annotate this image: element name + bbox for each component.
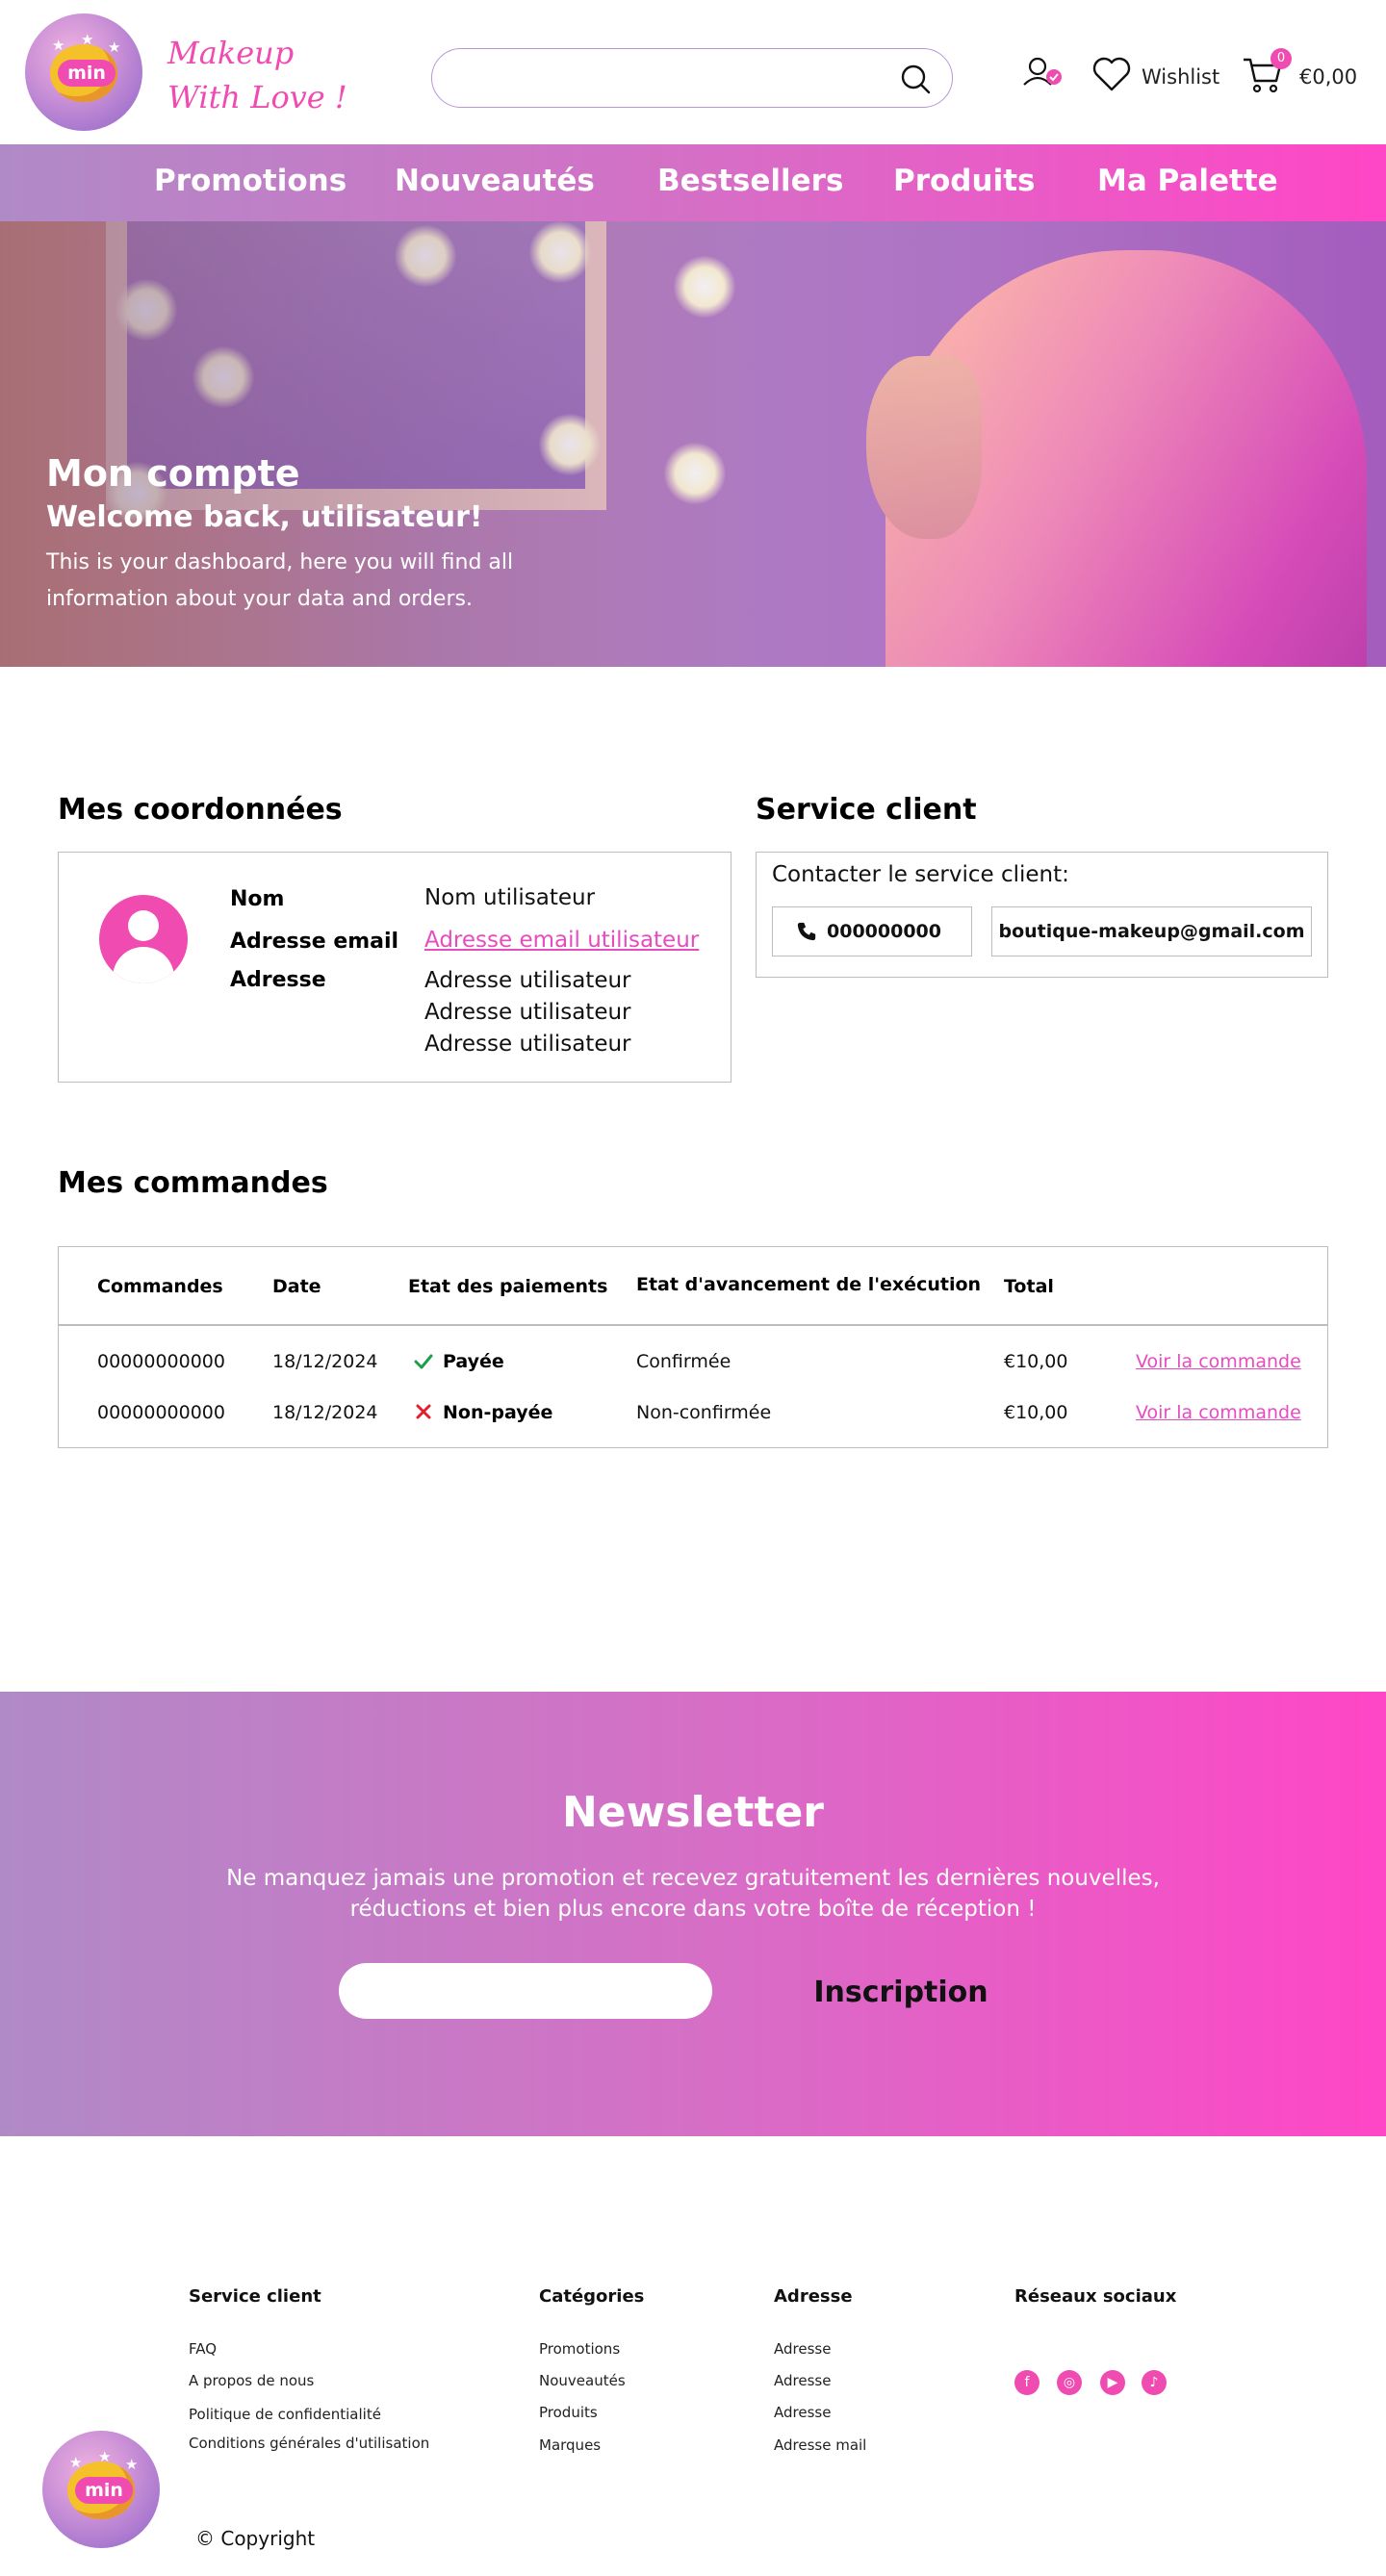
- footer-logo[interactable]: ★ ★ ★ min: [42, 2431, 160, 2548]
- footer-link-about[interactable]: A propos de nous: [189, 2372, 314, 2389]
- newsletter-text: Ne manquez jamais une promotion et recev…: [192, 1863, 1194, 1925]
- view-order-link[interactable]: Voir la commande: [1136, 1402, 1301, 1423]
- phone-icon: [797, 922, 816, 941]
- footer-link-privacy[interactable]: Politique de confidentialité: [189, 2406, 381, 2423]
- order-progress: Non-confirmée: [636, 1402, 772, 1423]
- tagline: Makeup With Love !: [167, 31, 347, 119]
- tagline-line-2: With Love !: [167, 79, 347, 115]
- order-date: 18/12/2024: [272, 1402, 378, 1423]
- order-progress: Confirmée: [636, 1351, 732, 1372]
- newsletter-text-line-2: réductions et bien plus encore dans votr…: [349, 1897, 1037, 1922]
- hero-banner: Mon compte Welcome back, utilisateur! Th…: [0, 221, 1386, 667]
- nav-item-ma-palette[interactable]: Ma Palette: [1097, 164, 1278, 198]
- column-header: Etat des paiements: [408, 1276, 608, 1297]
- cross-icon: [416, 1404, 431, 1419]
- column-header: Etat d'avancement de l'exécution: [636, 1274, 982, 1295]
- service-card: Contacter le service client: 000000000 b…: [756, 852, 1328, 978]
- footer-link-nouveautes[interactable]: Nouveautés: [539, 2372, 626, 2389]
- logo-text: min: [75, 2477, 133, 2504]
- heart-icon[interactable]: [1091, 56, 1132, 92]
- footer-link-faq[interactable]: FAQ: [189, 2340, 217, 2358]
- footer-link-marques[interactable]: Marques: [539, 2436, 601, 2454]
- service-section-title: Service client: [756, 793, 977, 827]
- payment-status: Payée: [443, 1351, 504, 1372]
- footer-heading: Réseaux sociaux: [1014, 2286, 1177, 2307]
- account-section-title: Mes coordonnées: [58, 793, 343, 827]
- newsletter-email-input[interactable]: [339, 1963, 712, 2019]
- phone-number: 000000000: [827, 921, 941, 942]
- orders-table: Commandes Date Etat des paiements Etat d…: [58, 1246, 1328, 1448]
- address-line-2: Adresse utilisateur: [424, 1000, 631, 1025]
- footer-link-promotions[interactable]: Promotions: [539, 2340, 620, 2358]
- column-header: Commandes: [97, 1276, 223, 1297]
- nav-item-produits[interactable]: Produits: [893, 164, 1035, 198]
- newsletter-subscribe-button[interactable]: Inscription: [795, 1971, 1007, 2013]
- footer-address-line: Adresse: [774, 2372, 832, 2389]
- tagline-line-1: Makeup: [167, 35, 295, 71]
- name-label: Nom: [230, 887, 285, 911]
- email-button[interactable]: boutique-makeup@gmail.com: [991, 906, 1312, 956]
- footer-heading: Adresse: [774, 2286, 853, 2307]
- cart-count-badge: 0: [1270, 48, 1292, 69]
- site-header: ★ ★ ★ min Makeup With Love ! Wishlist 0 …: [0, 0, 1386, 144]
- footer-heading: Catégories: [539, 2286, 645, 2307]
- newsletter-title: Newsletter: [561, 1788, 825, 1837]
- address-label: Adresse: [230, 968, 326, 992]
- logo[interactable]: ★ ★ ★ min: [25, 13, 142, 131]
- star-icon: ★: [108, 38, 121, 56]
- phone-button[interactable]: 000000000: [772, 906, 972, 956]
- account-card: Nom Nom utilisateur Adresse email Adress…: [58, 852, 732, 1083]
- column-header: Total: [1004, 1276, 1054, 1297]
- youtube-icon[interactable]: ▶: [1100, 2370, 1125, 2395]
- avatar-body: [113, 947, 174, 983]
- wishlist-link[interactable]: Wishlist: [1142, 65, 1219, 89]
- footer-link-produits[interactable]: Produits: [539, 2404, 598, 2421]
- payment-status: Non-payée: [443, 1402, 553, 1423]
- main-nav: Promotions Nouveautés Bestsellers Produi…: [0, 144, 1386, 221]
- search-bar: [431, 48, 953, 108]
- footer-address-line: Adresse: [774, 2404, 832, 2421]
- newsletter-section: Newsletter Ne manquez jamais une promoti…: [0, 1692, 1386, 2136]
- nav-item-bestsellers[interactable]: Bestsellers: [657, 164, 843, 198]
- footer-heading: Service client: [189, 2286, 321, 2307]
- email-label: Adresse email: [230, 930, 399, 954]
- welcome-message: Welcome back, utilisateur!: [46, 500, 483, 534]
- footer-link-terms[interactable]: Conditions générales d'utilisation: [189, 2435, 429, 2452]
- hero-description: This is your dashboard, here you will fi…: [46, 550, 514, 611]
- search-input[interactable]: [451, 59, 875, 97]
- nav-item-nouveautes[interactable]: Nouveautés: [395, 164, 595, 198]
- name-value: Nom utilisateur: [424, 885, 596, 910]
- nav-item-promotions[interactable]: Promotions: [154, 164, 346, 198]
- footer-address-line: Adresse: [774, 2340, 832, 2358]
- avatar: [99, 895, 188, 983]
- service-text: Contacter le service client:: [772, 862, 1069, 887]
- tiktok-icon[interactable]: ♪: [1142, 2370, 1167, 2395]
- address-line-3: Adresse utilisateur: [424, 1032, 631, 1057]
- avatar-head: [128, 910, 159, 941]
- facebook-icon[interactable]: f: [1014, 2370, 1040, 2395]
- service-email: boutique-makeup@gmail.com: [998, 921, 1305, 942]
- column-header: Date: [272, 1276, 321, 1297]
- email-link[interactable]: Adresse email utilisateur: [424, 928, 699, 953]
- star-icon: ★: [125, 2456, 139, 2473]
- order-id: 00000000000: [97, 1351, 225, 1372]
- table-divider: [59, 1324, 1327, 1326]
- user-account-icon[interactable]: [1022, 56, 1065, 94]
- check-icon: [414, 1354, 433, 1369]
- newsletter-text-line-1: Ne manquez jamais une promotion et recev…: [226, 1866, 1160, 1891]
- footer-email-link[interactable]: Adresse mail: [774, 2436, 866, 2454]
- order-total: €10,00: [1004, 1402, 1068, 1423]
- logo-text: min: [58, 60, 116, 87]
- copyright: © Copyright: [195, 2527, 316, 2550]
- cart-total[interactable]: €0,00: [1299, 65, 1357, 89]
- orders-section-title: Mes commandes: [58, 1166, 328, 1200]
- order-date: 18/12/2024: [272, 1351, 378, 1372]
- order-total: €10,00: [1004, 1351, 1068, 1372]
- address-line-1: Adresse utilisateur: [424, 968, 631, 993]
- view-order-link[interactable]: Voir la commande: [1136, 1351, 1301, 1372]
- instagram-icon[interactable]: ◎: [1057, 2370, 1082, 2395]
- page-title: Mon compte: [46, 452, 300, 495]
- order-id: 00000000000: [97, 1402, 225, 1423]
- search-icon[interactable]: [900, 64, 931, 94]
